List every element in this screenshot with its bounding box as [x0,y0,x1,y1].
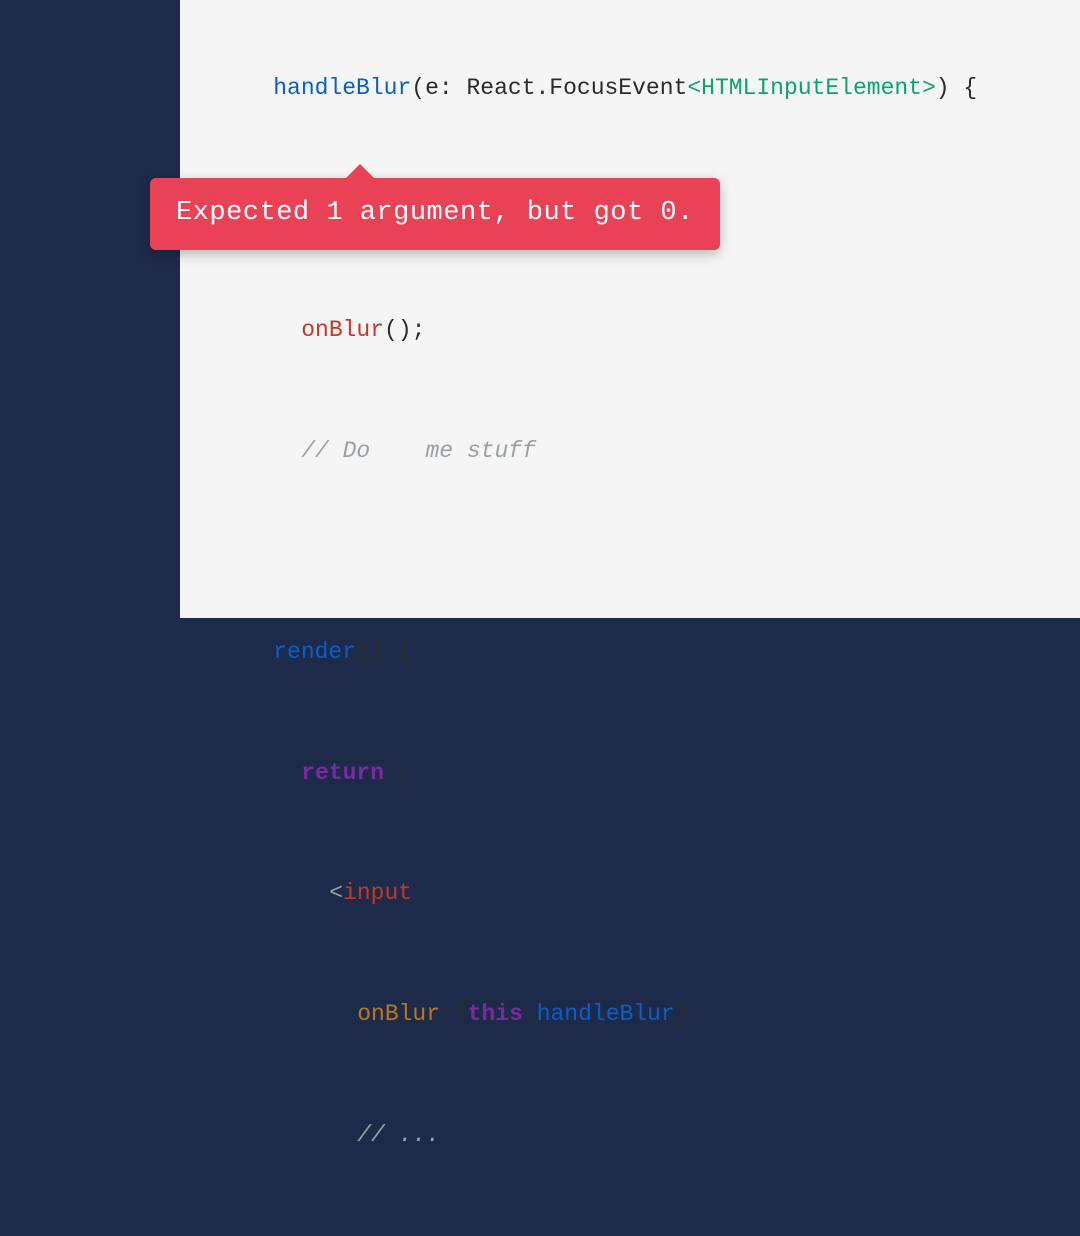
code-line-10: /> [218,1195,1060,1236]
code-editor-panel: handleBlur(e: React.FocusEvent<HTMLInput… [180,0,1080,618]
method-name: handleBlur [273,75,411,101]
onblur-call: onBlur [301,317,384,343]
code-line-7: <input [218,833,1060,954]
code-blank-2 [218,551,1060,591]
code-line-8: onBlur={this.handleBlur} [218,954,1060,1075]
code-line-3: onBlur(); [218,270,1060,391]
tooltip-arrow-icon [344,164,376,180]
code-line-5: render() { [218,592,1060,713]
code-line-9: // ... [218,1075,1060,1196]
error-message: Expected 1 argument, but got 0. [150,178,720,250]
error-tooltip: Expected 1 argument, but got 0. [150,178,720,250]
code-line-6: return ( [218,712,1060,833]
code-blank-1 [218,511,1060,551]
code-line-1: handleBlur(e: React.FocusEvent<HTMLInput… [218,28,1060,149]
code-line-4: // Do me stuff [218,390,1060,511]
